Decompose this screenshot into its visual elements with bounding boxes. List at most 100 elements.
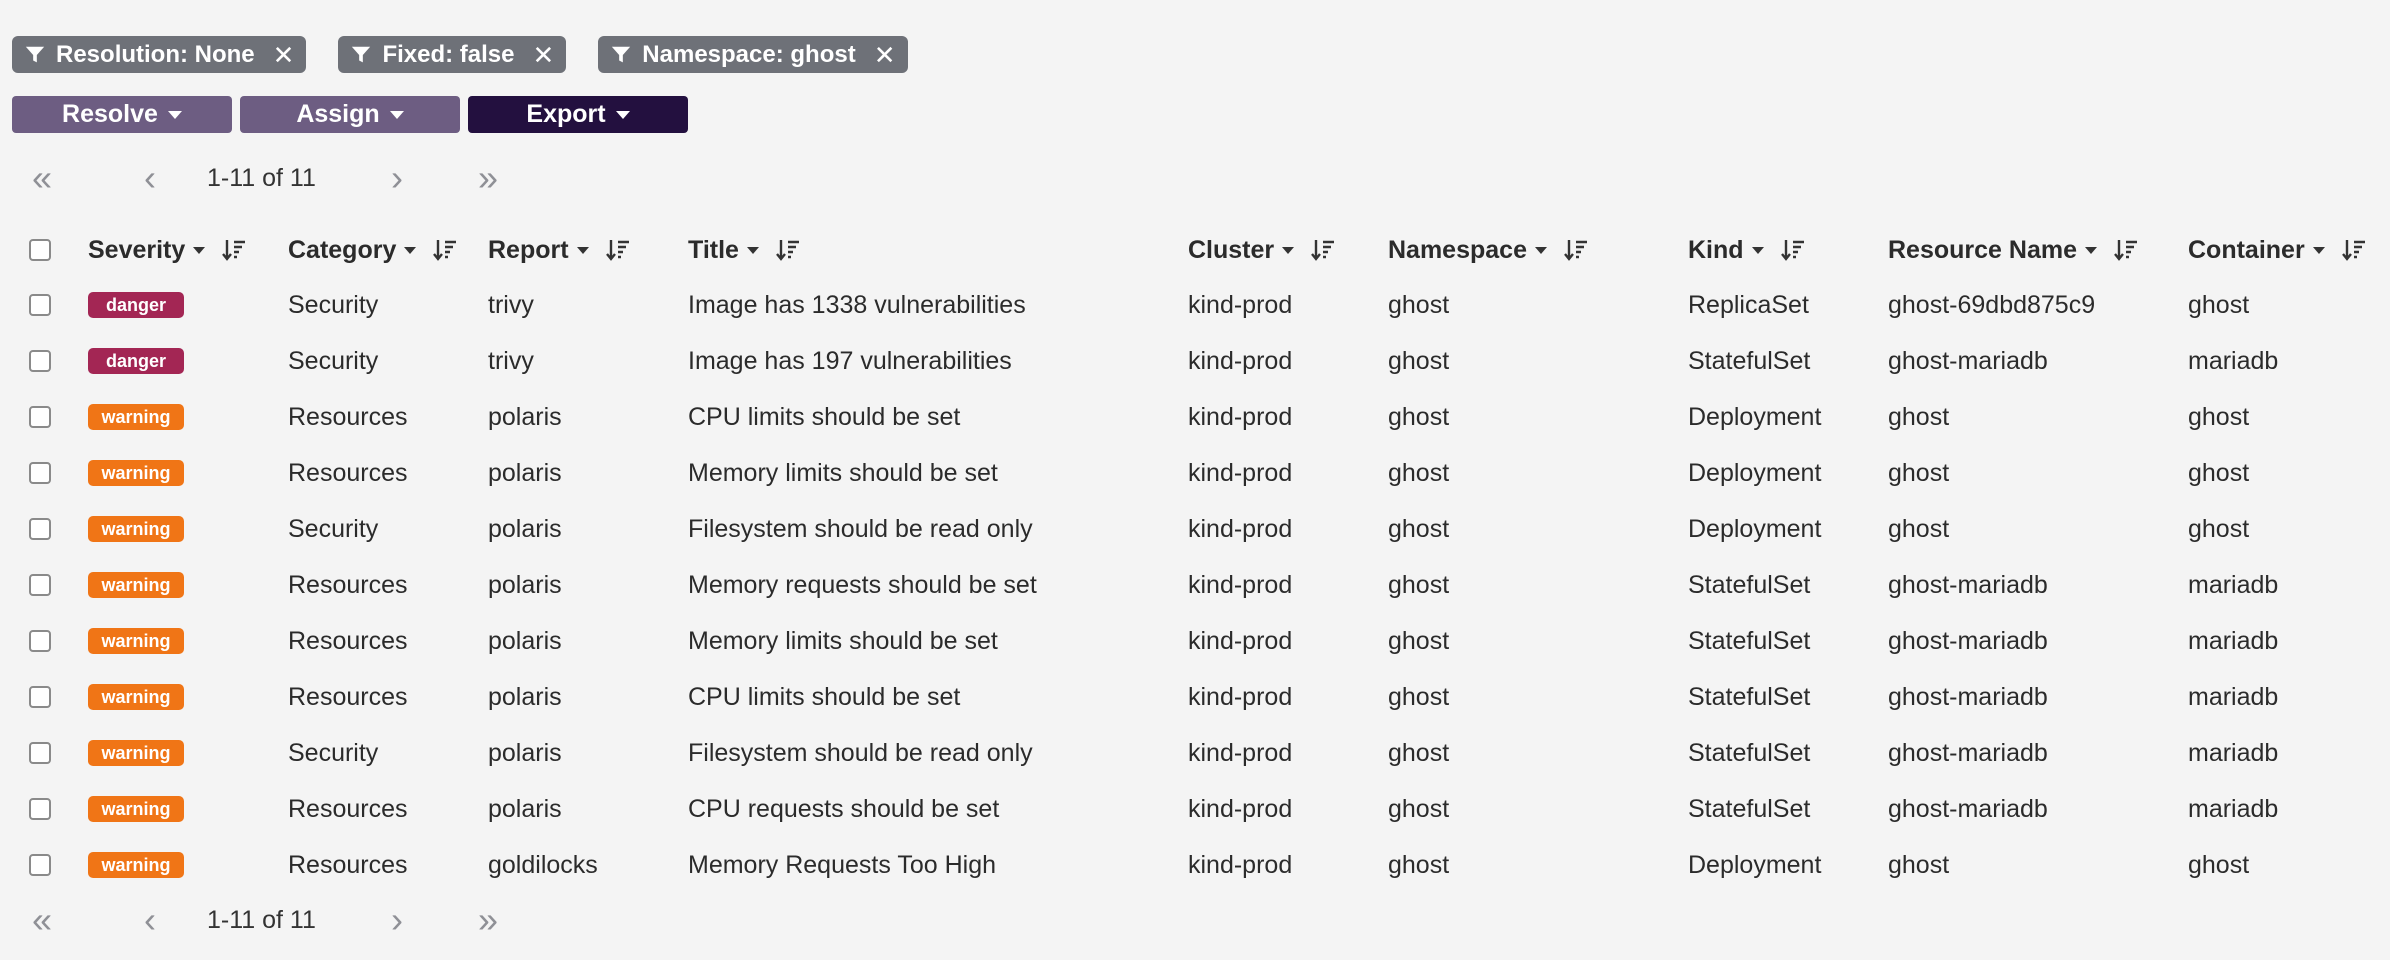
- container-cell: ghost: [2188, 850, 2250, 879]
- sort-icon[interactable]: [2113, 237, 2139, 263]
- column-label: Cluster: [1188, 235, 1275, 264]
- filter-chips: Resolution: None ✕ Fixed: false ✕ Namesp…: [12, 36, 908, 73]
- severity-cell: warning: [88, 789, 184, 829]
- last-page-icon[interactable]: »: [466, 160, 510, 196]
- filter-icon: [612, 46, 631, 62]
- row-checkbox[interactable]: [29, 518, 51, 540]
- title-cell: Filesystem should be read only: [688, 738, 1033, 767]
- column-header-report[interactable]: Report: [488, 230, 631, 270]
- column-header-resource-name[interactable]: Resource Name: [1888, 230, 2139, 270]
- row-checkbox[interactable]: [29, 686, 51, 708]
- page-range: 1-11 of 11: [207, 163, 316, 192]
- resource-name-cell: ghost-mariadb: [1888, 794, 2048, 823]
- table-row[interactable]: warning Resources polaris CPU requests shou…: [0, 789, 2390, 829]
- pagination-top: « ‹ 1-11 of 11 › »: [20, 158, 510, 198]
- chevron-down-icon[interactable]: [1534, 246, 1547, 254]
- row-checkbox[interactable]: [29, 462, 51, 484]
- cluster-cell: kind-prod: [1188, 682, 1293, 711]
- row-checkbox[interactable]: [29, 742, 51, 764]
- container-cell: mariadb: [2188, 794, 2279, 823]
- chevron-down-icon[interactable]: [1751, 246, 1764, 254]
- sort-icon[interactable]: [2341, 237, 2367, 263]
- remove-filter-icon[interactable]: ✕: [273, 42, 295, 68]
- chevron-down-icon[interactable]: [2312, 246, 2325, 254]
- row-checkbox[interactable]: [29, 294, 51, 316]
- category-cell: Security: [288, 346, 379, 375]
- report-cell: trivy: [488, 346, 534, 375]
- chevron-down-icon[interactable]: [576, 246, 589, 254]
- severity-badge: warning: [88, 684, 184, 710]
- previous-page-icon[interactable]: ‹: [128, 902, 172, 938]
- container-cell: mariadb: [2188, 682, 2279, 711]
- chevron-down-icon[interactable]: [2084, 246, 2097, 254]
- row-checkbox[interactable]: [29, 350, 51, 372]
- table-row[interactable]: warning Resources polaris CPU limits should…: [0, 397, 2390, 437]
- row-checkbox[interactable]: [29, 630, 51, 652]
- namespace-cell: ghost: [1388, 738, 1450, 767]
- column-header-title[interactable]: Title: [688, 230, 801, 270]
- column-header-kind[interactable]: Kind: [1688, 230, 1806, 270]
- sort-icon[interactable]: [605, 237, 631, 263]
- row-checkbox[interactable]: [29, 406, 51, 428]
- chevron-down-icon[interactable]: [404, 246, 417, 254]
- filter-chip-resolution[interactable]: Resolution: None ✕: [12, 36, 307, 73]
- first-page-icon[interactable]: «: [20, 902, 64, 938]
- row-checkbox[interactable]: [29, 574, 51, 596]
- kind-cell: Deployment: [1688, 850, 1822, 879]
- table-row[interactable]: warning Resources polaris Memory limits sho…: [0, 453, 2390, 493]
- sort-icon[interactable]: [1310, 237, 1336, 263]
- table-row[interactable]: danger Security trivy Image has 1338 vulner…: [0, 285, 2390, 325]
- namespace-cell: ghost: [1388, 514, 1450, 543]
- table-row[interactable]: warning Resources polaris Memory requests s…: [0, 565, 2390, 605]
- row-checkbox[interactable]: [29, 798, 51, 820]
- table-row[interactable]: warning Security polaris Filesystem should …: [0, 733, 2390, 773]
- remove-filter-icon[interactable]: ✕: [533, 42, 555, 68]
- chevron-down-icon[interactable]: [193, 246, 206, 254]
- cluster-cell: kind-prod: [1188, 738, 1293, 767]
- report-cell: polaris: [488, 402, 562, 431]
- table-row[interactable]: danger Security trivy Image has 197 vulnera…: [0, 341, 2390, 381]
- resolve-button-label: Resolve: [62, 100, 158, 128]
- select-all-checkbox[interactable]: [29, 239, 51, 261]
- chevron-down-icon[interactable]: [746, 246, 759, 254]
- filter-chip-fixed[interactable]: Fixed: false ✕: [338, 36, 567, 73]
- filter-chip-label: Fixed: false: [382, 40, 515, 68]
- assign-button[interactable]: Assign: [240, 96, 460, 133]
- next-page-icon[interactable]: ›: [375, 160, 419, 196]
- severity-cell: warning: [88, 453, 184, 493]
- filter-chip-namespace[interactable]: Namespace: ghost ✕: [598, 36, 908, 73]
- row-checkbox[interactable]: [29, 854, 51, 876]
- first-page-icon[interactable]: «: [20, 160, 64, 196]
- cluster-cell: kind-prod: [1188, 402, 1293, 431]
- last-page-icon[interactable]: »: [466, 902, 510, 938]
- cluster-cell: kind-prod: [1188, 626, 1293, 655]
- previous-page-icon[interactable]: ‹: [128, 160, 172, 196]
- title-cell: CPU limits should be set: [688, 682, 961, 711]
- export-button-label: Export: [526, 100, 606, 128]
- table-row[interactable]: warning Resources polaris Memory limits sho…: [0, 621, 2390, 661]
- remove-filter-icon[interactable]: ✕: [874, 42, 896, 68]
- export-button[interactable]: Export: [468, 96, 688, 133]
- sort-icon[interactable]: [1563, 237, 1589, 263]
- table-row[interactable]: warning Resources polaris CPU limits should…: [0, 677, 2390, 717]
- sort-icon[interactable]: [221, 237, 247, 263]
- row-select-cell: [29, 453, 51, 493]
- sort-icon[interactable]: [432, 237, 458, 263]
- table-row[interactable]: warning Security polaris Filesystem should …: [0, 509, 2390, 549]
- column-header-namespace[interactable]: Namespace: [1388, 230, 1589, 270]
- column-header-cluster[interactable]: Cluster: [1188, 230, 1336, 270]
- column-header-severity[interactable]: Severity: [88, 230, 247, 270]
- severity-cell: danger: [88, 341, 184, 381]
- table-row[interactable]: warning Resources goldilocks Memory Request…: [0, 845, 2390, 885]
- sort-icon[interactable]: [775, 237, 801, 263]
- report-cell: polaris: [488, 626, 562, 655]
- category-cell: Security: [288, 290, 379, 319]
- filter-icon: [25, 46, 45, 62]
- resolve-button[interactable]: Resolve: [12, 96, 232, 133]
- column-header-container[interactable]: Container: [2188, 230, 2367, 270]
- next-page-icon[interactable]: ›: [375, 902, 419, 938]
- row-select-cell: [29, 509, 51, 549]
- chevron-down-icon[interactable]: [1282, 246, 1295, 254]
- column-header-category[interactable]: Category: [288, 230, 458, 270]
- sort-icon[interactable]: [1780, 237, 1806, 263]
